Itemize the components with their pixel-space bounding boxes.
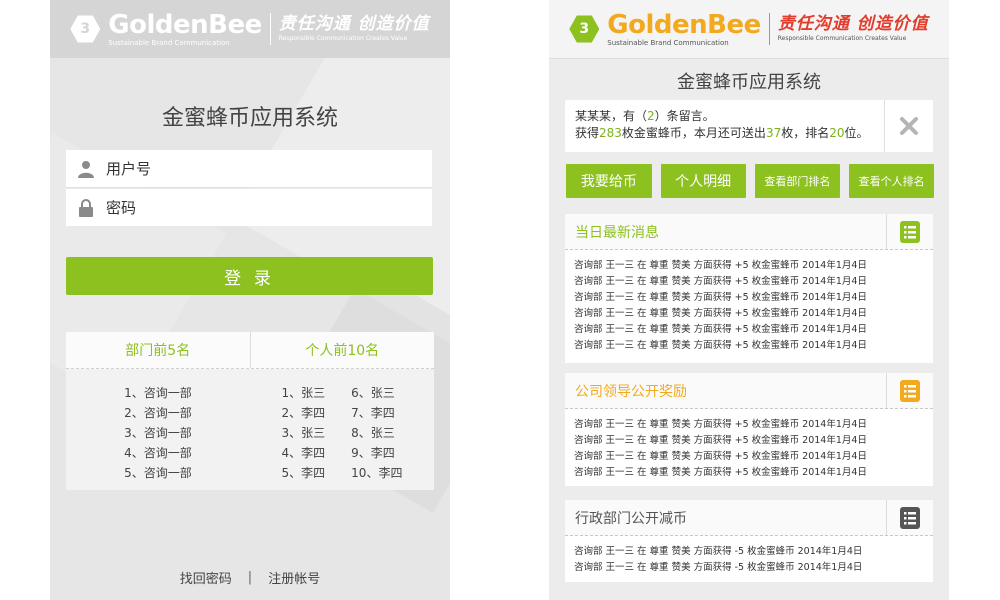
forgot-password-link[interactable]: 找回密码 bbox=[180, 568, 232, 587]
brand-name: GoldenBee bbox=[108, 9, 262, 40]
list-item: 6、张三 bbox=[351, 386, 395, 400]
action-buttons: 我要给币 个人明细 查看部门排名 查看个人排名 bbox=[566, 164, 934, 198]
list-item: 咨询部 王一三 在 尊重 赞美 方面获得 -5 枚金蜜蜂币 2014年1月4日 bbox=[574, 546, 863, 557]
list-icon[interactable] bbox=[886, 500, 933, 535]
register-link[interactable]: 注册帐号 bbox=[268, 568, 320, 587]
list-item: 咨询部 王一三 在 尊重 赞美 方面获得 +5 枚金蜜蜂币 2014年1月4日 bbox=[574, 467, 867, 478]
list-item: 9、李四 bbox=[351, 446, 395, 460]
list-item: 5、李四 bbox=[281, 466, 326, 480]
coins-remaining: 37 bbox=[765, 126, 782, 140]
list-item: 4、李四 bbox=[281, 446, 326, 460]
brand-divider bbox=[768, 13, 770, 45]
tab-personal-top10[interactable]: 个人前10名 bbox=[249, 332, 435, 368]
list-item: 咨询部 王一三 在 尊重 赞美 方面获得 +5 枚金蜜蜂币 2014年1月4日 bbox=[574, 419, 867, 430]
panel-title: 公司领导公开奖励 bbox=[575, 383, 687, 400]
app-home-screen: 3 GoldenBee Sustainable Brand Communicat… bbox=[549, 0, 949, 600]
username-field[interactable] bbox=[66, 150, 432, 188]
list-item: 咨询部 王一三 在 尊重 赞美 方面获得 +5 枚金蜜蜂币 2014年1月4日 bbox=[574, 340, 867, 351]
admin-deduction-panel: 行政部门公开减币 咨询部 王一三 在 尊重 赞美 方面获得 -5 枚金蜜蜂币 2… bbox=[565, 500, 933, 582]
rank-position: 20 bbox=[829, 126, 845, 140]
page-title: 金蜜蜂币应用系统 bbox=[677, 72, 821, 93]
brand-name: GoldenBee bbox=[607, 9, 761, 40]
brand-slogan-sub: Responsible Communication Creates Value bbox=[777, 35, 907, 42]
list-item: 咨询部 王一三 在 尊重 赞美 方面获得 +5 枚金蜜蜂币 2014年1月4日 bbox=[574, 260, 867, 271]
list-item: 1、张三 bbox=[281, 386, 326, 400]
brand-header: 3 GoldenBee Sustainable Brand Communicat… bbox=[50, 0, 450, 58]
personal-detail-button[interactable]: 个人明细 bbox=[660, 164, 746, 198]
list-item: 咨询部 王一三 在 尊重 赞美 方面获得 +5 枚金蜜蜂币 2014年1月4日 bbox=[574, 308, 867, 319]
close-notice-button[interactable] bbox=[884, 100, 933, 152]
password-field[interactable] bbox=[66, 189, 432, 226]
goldenbee-logo-icon: 3 bbox=[569, 15, 600, 43]
list-item: 3、张三 bbox=[281, 426, 326, 440]
list-icon[interactable] bbox=[886, 214, 933, 249]
list-item: 8、张三 bbox=[351, 426, 395, 440]
list-item: 1、咨询一部 bbox=[124, 386, 192, 400]
page-title: 金蜜蜂币应用系统 bbox=[161, 106, 338, 131]
lock-icon bbox=[66, 198, 106, 217]
department-rank-button[interactable]: 查看部门排名 bbox=[754, 164, 841, 198]
brand-subtitle: Sustainable Brand Communication bbox=[108, 38, 230, 47]
message-notice: 某某某，有（2）条留言。 获得283枚金蜜蜂币，本月还可送出37枚，排名20位。 bbox=[565, 100, 933, 152]
login-footer-links: 找回密码 | 注册帐号 bbox=[50, 568, 450, 587]
link-separator: | bbox=[247, 570, 253, 585]
login-button[interactable]: 登 录 bbox=[66, 257, 433, 295]
list-item: 10、李四 bbox=[351, 466, 403, 480]
goldenbee-logo-icon: 3 bbox=[70, 15, 101, 43]
brand-slogan-sub: Responsible Communication Creates Value bbox=[278, 35, 408, 42]
tab-department-top5[interactable]: 部门前5名 bbox=[66, 332, 250, 368]
list-icon[interactable] bbox=[886, 373, 933, 408]
list-item: 4、咨询一部 bbox=[124, 446, 192, 460]
brand-divider bbox=[269, 13, 271, 45]
list-item: 2、李四 bbox=[281, 406, 326, 420]
personal-rank-list-1: 1、张三 2、李四 3、张三 4、李四 5、李四 bbox=[282, 383, 326, 483]
latest-news-panel: 当日最新消息 咨询部 王一三 在 尊重 赞美 方面获得 +5 枚金蜜蜂币 201… bbox=[565, 214, 933, 363]
give-coin-button[interactable]: 我要给币 bbox=[566, 164, 652, 198]
brand-subtitle: Sustainable Brand Communication bbox=[607, 38, 729, 47]
panel-title: 当日最新消息 bbox=[575, 224, 659, 241]
brand-slogan: 责任沟通 创造价值 bbox=[777, 14, 929, 34]
personal-rank-list-2: 6、张三 7、李四 8、张三 9、李四 10、李四 bbox=[351, 383, 402, 483]
leader-reward-panel: 公司领导公开奖励 咨询部 王一三 在 尊重 赞美 方面获得 +5 枚金蜜蜂币 2… bbox=[565, 373, 933, 486]
password-input[interactable] bbox=[106, 198, 406, 217]
list-item: 咨询部 王一三 在 尊重 赞美 方面获得 +5 枚金蜜蜂币 2014年1月4日 bbox=[574, 292, 867, 303]
list-item: 5、咨询一部 bbox=[124, 466, 192, 480]
list-item: 7、李四 bbox=[351, 406, 395, 420]
list-item: 咨询部 王一三 在 尊重 赞美 方面获得 -5 枚金蜜蜂币 2014年1月4日 bbox=[574, 562, 863, 573]
coins-earned: 283 bbox=[599, 126, 622, 140]
list-item: 咨询部 王一三 在 尊重 赞美 方面获得 +5 枚金蜜蜂币 2014年1月4日 bbox=[574, 435, 867, 446]
login-screen: 3 GoldenBee Sustainable Brand Communicat… bbox=[50, 0, 450, 600]
user-icon bbox=[66, 160, 106, 178]
close-icon bbox=[900, 117, 918, 135]
panel-title: 行政部门公开减币 bbox=[575, 510, 687, 527]
user-name: 某某某 bbox=[575, 109, 612, 123]
list-item: 咨询部 王一三 在 尊重 赞美 方面获得 +5 枚金蜜蜂币 2014年1月4日 bbox=[574, 324, 867, 335]
brand-slogan: 责任沟通 创造价值 bbox=[278, 14, 430, 34]
list-item: 3、咨询一部 bbox=[124, 426, 192, 440]
username-input[interactable] bbox=[106, 159, 406, 178]
list-item: 咨询部 王一三 在 尊重 赞美 方面获得 +5 枚金蜜蜂币 2014年1月4日 bbox=[574, 276, 867, 287]
brand-header: 3 GoldenBee Sustainable Brand Communicat… bbox=[549, 0, 949, 59]
personal-rank-button[interactable]: 查看个人排名 bbox=[849, 164, 934, 198]
message-count[interactable]: 2 bbox=[647, 109, 655, 123]
department-rank-list: 1、咨询一部 2、咨询一部 3、咨询一部 4、咨询一部 5、咨询一部 bbox=[124, 383, 192, 483]
list-item: 咨询部 王一三 在 尊重 赞美 方面获得 +5 枚金蜜蜂币 2014年1月4日 bbox=[574, 451, 867, 462]
list-item: 2、咨询一部 bbox=[124, 406, 192, 420]
ranking-panel: 部门前5名 个人前10名 1、咨询一部 2、咨询一部 3、咨询一部 4、咨询一部… bbox=[66, 332, 434, 490]
